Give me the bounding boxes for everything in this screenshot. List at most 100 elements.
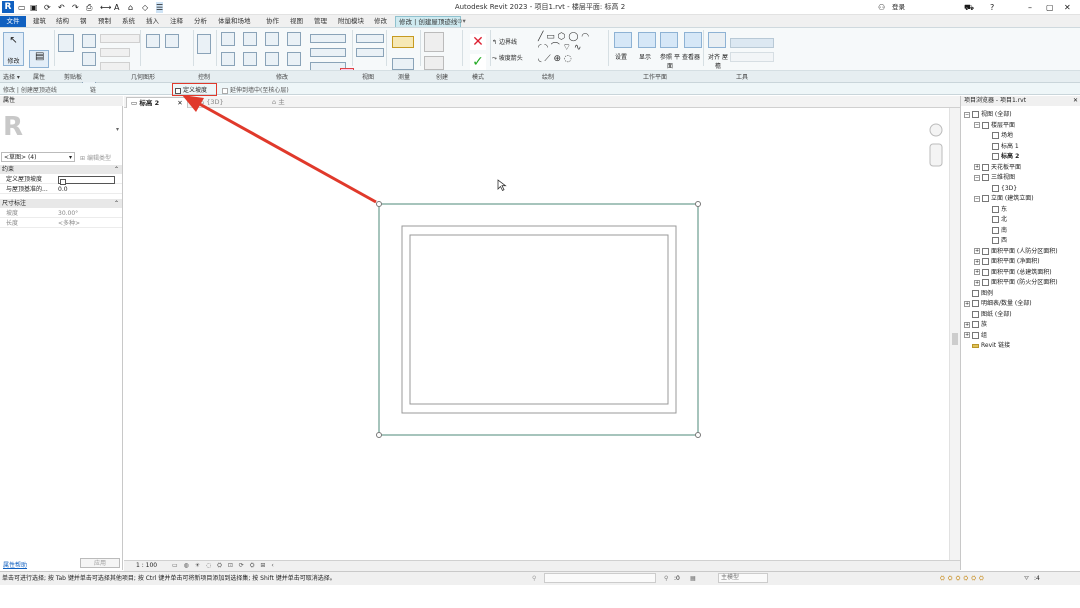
minimize-icon[interactable]: – (1028, 2, 1032, 13)
chain-option[interactable]: 链 (90, 85, 96, 94)
close-icon[interactable]: ✕ (1073, 96, 1078, 106)
browser-node[interactable]: {3D} (984, 184, 1017, 193)
browser-node[interactable]: + 面积平面 (总建筑面积) (974, 268, 1052, 277)
expand-toggle-icon[interactable]: + (964, 321, 970, 328)
copy-element-icon[interactable] (243, 52, 257, 66)
group-select[interactable]: 选择 ▾ (3, 72, 20, 81)
boundary-endpoint[interactable] (376, 201, 382, 207)
workset-selector[interactable] (544, 573, 656, 583)
maximize-icon[interactable]: ▢ (1046, 2, 1054, 13)
browser-node[interactable]: 图例 (964, 289, 993, 298)
expand-toggle-icon[interactable]: − (974, 174, 980, 181)
type-selector[interactable]: <草图> (4) ▾ (1, 152, 75, 162)
expand-toggle-icon[interactable]: + (974, 248, 980, 254)
browser-node[interactable]: 南 (984, 226, 1007, 235)
browser-node[interactable]: 图纸 (全部) (964, 310, 1012, 319)
section-constraints[interactable]: 约束 ⌃ (0, 165, 122, 174)
trim-icon[interactable] (287, 52, 301, 66)
align-eaves-icon[interactable] (708, 32, 726, 48)
tab-insert[interactable]: 插入 (143, 16, 162, 27)
sign-in-label[interactable]: 登录 (892, 2, 905, 13)
finish-edit-mode-icon[interactable]: ✓ (470, 54, 486, 70)
tab-modify[interactable]: 修改 (371, 16, 390, 27)
align-icon[interactable] (221, 32, 235, 46)
expand-toggle-icon[interactable]: + (964, 332, 970, 338)
define-slope-value-checkbox[interactable] (58, 176, 115, 185)
tab-architecture[interactable]: 建筑 (30, 16, 49, 27)
offset-value[interactable]: 0.0 (58, 185, 68, 194)
measure-icon-ribbon[interactable] (392, 36, 414, 48)
selection-filter-icons[interactable]: ⛭⛭⛭⛭⛭⛭ (940, 572, 987, 585)
create-group-button[interactable] (424, 56, 444, 70)
browser-node[interactable]: − 立面 (建筑立面) (974, 194, 1034, 203)
show-workplane-icon[interactable] (638, 32, 656, 48)
tab-collaborate[interactable]: 协作 (263, 16, 282, 27)
view-tab-level-2[interactable]: ▭ 标高 2 ✕ (126, 97, 188, 108)
browser-node[interactable]: + 面积平面 (防火分区面积) (974, 278, 1058, 287)
expand-toggle-icon[interactable]: + (974, 279, 980, 286)
modify-select-button[interactable]: ↖ 修改 (3, 32, 24, 66)
nav-wheel-icon[interactable] (929, 123, 943, 137)
split-tools[interactable] (310, 34, 346, 43)
chevron-down-icon[interactable]: ▾ (116, 126, 119, 133)
boundary-line-button[interactable]: ↰ 边界线 (492, 37, 517, 46)
view-tools[interactable] (356, 34, 384, 43)
design-option-selector[interactable]: 主模型 (718, 573, 768, 583)
viewer-icon[interactable] (684, 32, 702, 48)
cut-geometry-button[interactable] (100, 48, 130, 57)
properties-help-link[interactable]: 属性帮助 (3, 560, 27, 569)
drawing-canvas[interactable] (124, 108, 960, 560)
edit-type-button[interactable]: ⊞ 编辑类型 (80, 153, 111, 162)
editable-only-icon[interactable]: ⚲ (664, 572, 668, 585)
move-icon[interactable] (221, 52, 235, 66)
expand-toggle-icon[interactable]: + (964, 300, 970, 307)
browser-node[interactable]: + 面积平面 (净面积) (974, 257, 1040, 266)
tab-systems[interactable]: 系统 (119, 16, 138, 27)
browser-node[interactable]: − 楼层平面 (974, 121, 1015, 130)
view-tab-home[interactable]: ⌂ 主 (268, 97, 289, 108)
scroll-thumb[interactable] (952, 333, 958, 345)
worksets-icon[interactable]: ⚲ (532, 572, 536, 585)
tab-analyze[interactable]: 分析 (191, 16, 210, 27)
geometry-tool-icon[interactable] (146, 34, 160, 48)
paint-icon[interactable] (165, 34, 179, 48)
vertical-scrollbar[interactable] (949, 108, 960, 560)
tab-addins[interactable]: 附加模块 (335, 16, 367, 27)
tab-view[interactable]: 视图 (287, 16, 306, 27)
design-option-icon[interactable]: ▦ (690, 572, 696, 585)
browser-node[interactable]: − 视图 (全部) (964, 110, 1012, 119)
boundary-endpoint[interactable] (695, 432, 701, 438)
browser-node[interactable]: 标高 1 (984, 142, 1019, 151)
slope-arrow-button[interactable]: ⤳ 坡度箭头 (492, 53, 523, 63)
zoom-control-icon[interactable] (929, 143, 943, 167)
browser-node[interactable]: 东 (984, 205, 1007, 214)
filter-icon[interactable]: ⛛ (1024, 572, 1029, 585)
array-tools[interactable] (310, 48, 346, 57)
offset-icon[interactable] (243, 32, 257, 46)
draw-tools[interactable]: ╱ ▭ ⬡ ◯ ◠ ◜ ◝ ⌒ ⌔ ∿ ◟ ⟋ ⊕ ◌ (538, 32, 604, 68)
extend-to-wall-checkbox[interactable]: 延伸到墙中(至核心层) (222, 85, 289, 94)
cut-icon[interactable] (82, 34, 96, 48)
copy-icon[interactable] (82, 52, 96, 66)
boundary-endpoint[interactable] (376, 432, 382, 438)
browser-node[interactable]: + 天花板平面 (974, 163, 1021, 172)
browser-node[interactable]: 场地 (984, 131, 1013, 140)
browser-node[interactable]: 北 (984, 215, 1007, 224)
set-workplane-icon[interactable] (614, 32, 632, 48)
browser-node[interactable]: 西 (984, 236, 1007, 245)
expand-toggle-icon[interactable]: + (974, 269, 980, 275)
apply-button[interactable]: 应用 (80, 558, 120, 568)
close-tab-icon[interactable]: ✕ (177, 99, 182, 107)
view-control-icons[interactable]: ▭ ◍ ☀ ◌ ⛭ ⊡ ⟳ ⛭ ⊞ ‹ (172, 561, 276, 571)
expand-toggle-icon[interactable]: + (974, 164, 980, 170)
browser-node[interactable]: + 族 (964, 320, 987, 329)
browser-node[interactable]: − 三维视图 (974, 173, 1015, 182)
tab-precast[interactable]: 预制 (95, 16, 114, 27)
ref-plane-icon[interactable] (660, 32, 678, 48)
length-value[interactable]: <多种> (58, 219, 80, 228)
expand-toggle-icon[interactable]: + (974, 258, 980, 265)
cancel-edit-mode-icon[interactable]: ✕ (470, 34, 486, 50)
tab-annotate[interactable]: 注释 (167, 16, 186, 27)
create-part-button[interactable] (424, 32, 444, 52)
adjust-eaves-button-2[interactable] (730, 52, 774, 62)
